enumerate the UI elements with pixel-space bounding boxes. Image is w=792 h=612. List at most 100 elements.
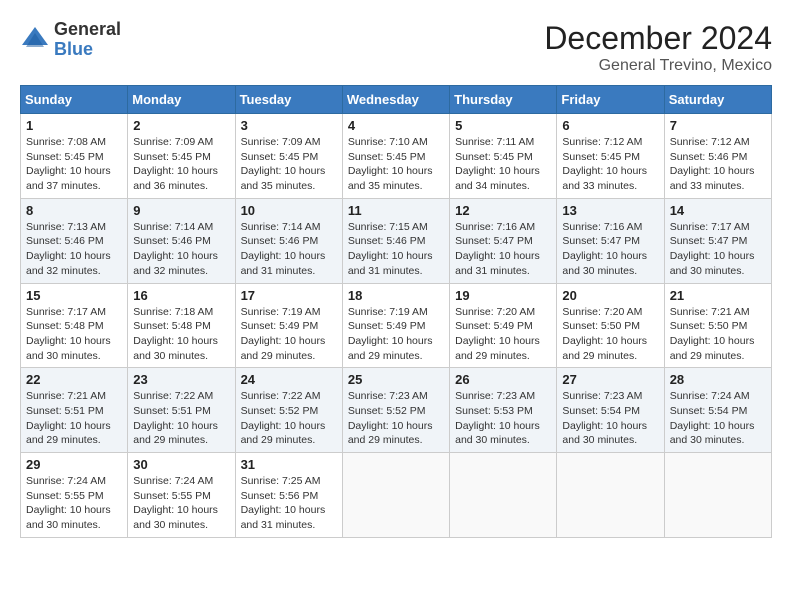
calendar-cell: 8 Sunrise: 7:13 AM Sunset: 5:46 PM Dayli…: [21, 198, 128, 283]
day-info: Sunrise: 7:09 AM Sunset: 5:45 PM Dayligh…: [241, 135, 337, 194]
day-info: Sunrise: 7:22 AM Sunset: 5:52 PM Dayligh…: [241, 389, 337, 448]
day-number: 19: [455, 288, 551, 303]
day-number: 12: [455, 203, 551, 218]
calendar-cell: 14 Sunrise: 7:17 AM Sunset: 5:47 PM Dayl…: [664, 198, 771, 283]
title-block: December 2024 General Trevino, Mexico: [544, 20, 772, 75]
day-number: 4: [348, 118, 444, 133]
logo-general-text: General: [54, 20, 121, 40]
day-info: Sunrise: 7:20 AM Sunset: 5:49 PM Dayligh…: [455, 305, 551, 364]
day-number: 26: [455, 372, 551, 387]
calendar-cell: 18 Sunrise: 7:19 AM Sunset: 5:49 PM Dayl…: [342, 283, 449, 368]
day-number: 15: [26, 288, 122, 303]
day-number: 21: [670, 288, 766, 303]
day-info: Sunrise: 7:13 AM Sunset: 5:46 PM Dayligh…: [26, 220, 122, 279]
calendar-cell: 9 Sunrise: 7:14 AM Sunset: 5:46 PM Dayli…: [128, 198, 235, 283]
day-number: 9: [133, 203, 229, 218]
calendar-cell: 6 Sunrise: 7:12 AM Sunset: 5:45 PM Dayli…: [557, 114, 664, 199]
day-info: Sunrise: 7:16 AM Sunset: 5:47 PM Dayligh…: [562, 220, 658, 279]
calendar-week-row: 8 Sunrise: 7:13 AM Sunset: 5:46 PM Dayli…: [21, 198, 772, 283]
day-number: 29: [26, 457, 122, 472]
calendar-cell: 24 Sunrise: 7:22 AM Sunset: 5:52 PM Dayl…: [235, 368, 342, 453]
calendar-cell: 31 Sunrise: 7:25 AM Sunset: 5:56 PM Dayl…: [235, 453, 342, 538]
col-header-tuesday: Tuesday: [235, 86, 342, 114]
day-number: 1: [26, 118, 122, 133]
day-number: 5: [455, 118, 551, 133]
col-header-monday: Monday: [128, 86, 235, 114]
day-info: Sunrise: 7:18 AM Sunset: 5:48 PM Dayligh…: [133, 305, 229, 364]
calendar-week-row: 22 Sunrise: 7:21 AM Sunset: 5:51 PM Dayl…: [21, 368, 772, 453]
day-info: Sunrise: 7:19 AM Sunset: 5:49 PM Dayligh…: [348, 305, 444, 364]
day-number: 31: [241, 457, 337, 472]
col-header-friday: Friday: [557, 86, 664, 114]
calendar-week-row: 29 Sunrise: 7:24 AM Sunset: 5:55 PM Dayl…: [21, 453, 772, 538]
calendar-cell: 10 Sunrise: 7:14 AM Sunset: 5:46 PM Dayl…: [235, 198, 342, 283]
calendar-cell: 30 Sunrise: 7:24 AM Sunset: 5:55 PM Dayl…: [128, 453, 235, 538]
day-info: Sunrise: 7:17 AM Sunset: 5:47 PM Dayligh…: [670, 220, 766, 279]
day-number: 11: [348, 203, 444, 218]
day-number: 25: [348, 372, 444, 387]
day-number: 14: [670, 203, 766, 218]
calendar-table: SundayMondayTuesdayWednesdayThursdayFrid…: [20, 85, 772, 538]
calendar-cell: [664, 453, 771, 538]
day-info: Sunrise: 7:19 AM Sunset: 5:49 PM Dayligh…: [241, 305, 337, 364]
day-number: 16: [133, 288, 229, 303]
day-number: 18: [348, 288, 444, 303]
day-info: Sunrise: 7:21 AM Sunset: 5:50 PM Dayligh…: [670, 305, 766, 364]
day-info: Sunrise: 7:14 AM Sunset: 5:46 PM Dayligh…: [241, 220, 337, 279]
calendar-cell: 19 Sunrise: 7:20 AM Sunset: 5:49 PM Dayl…: [450, 283, 557, 368]
day-info: Sunrise: 7:14 AM Sunset: 5:46 PM Dayligh…: [133, 220, 229, 279]
day-info: Sunrise: 7:21 AM Sunset: 5:51 PM Dayligh…: [26, 389, 122, 448]
day-info: Sunrise: 7:11 AM Sunset: 5:45 PM Dayligh…: [455, 135, 551, 194]
calendar-cell: 3 Sunrise: 7:09 AM Sunset: 5:45 PM Dayli…: [235, 114, 342, 199]
day-number: 20: [562, 288, 658, 303]
day-number: 23: [133, 372, 229, 387]
col-header-saturday: Saturday: [664, 86, 771, 114]
page-header: General Blue December 2024 General Trevi…: [20, 20, 772, 75]
day-info: Sunrise: 7:23 AM Sunset: 5:54 PM Dayligh…: [562, 389, 658, 448]
day-info: Sunrise: 7:17 AM Sunset: 5:48 PM Dayligh…: [26, 305, 122, 364]
day-info: Sunrise: 7:09 AM Sunset: 5:45 PM Dayligh…: [133, 135, 229, 194]
day-info: Sunrise: 7:12 AM Sunset: 5:46 PM Dayligh…: [670, 135, 766, 194]
calendar-cell: 26 Sunrise: 7:23 AM Sunset: 5:53 PM Dayl…: [450, 368, 557, 453]
logo: General Blue: [20, 20, 121, 60]
col-header-sunday: Sunday: [21, 86, 128, 114]
day-info: Sunrise: 7:24 AM Sunset: 5:55 PM Dayligh…: [133, 474, 229, 533]
calendar-cell: 7 Sunrise: 7:12 AM Sunset: 5:46 PM Dayli…: [664, 114, 771, 199]
day-number: 6: [562, 118, 658, 133]
day-number: 22: [26, 372, 122, 387]
col-header-thursday: Thursday: [450, 86, 557, 114]
calendar-cell: 23 Sunrise: 7:22 AM Sunset: 5:51 PM Dayl…: [128, 368, 235, 453]
day-info: Sunrise: 7:08 AM Sunset: 5:45 PM Dayligh…: [26, 135, 122, 194]
calendar-cell: 11 Sunrise: 7:15 AM Sunset: 5:46 PM Dayl…: [342, 198, 449, 283]
day-info: Sunrise: 7:24 AM Sunset: 5:55 PM Dayligh…: [26, 474, 122, 533]
location-title: General Trevino, Mexico: [544, 57, 772, 75]
logo-icon: [20, 25, 50, 55]
day-number: 28: [670, 372, 766, 387]
calendar-cell: 20 Sunrise: 7:20 AM Sunset: 5:50 PM Dayl…: [557, 283, 664, 368]
day-info: Sunrise: 7:12 AM Sunset: 5:45 PM Dayligh…: [562, 135, 658, 194]
day-info: Sunrise: 7:23 AM Sunset: 5:52 PM Dayligh…: [348, 389, 444, 448]
day-number: 10: [241, 203, 337, 218]
calendar-cell: [342, 453, 449, 538]
calendar-cell: 17 Sunrise: 7:19 AM Sunset: 5:49 PM Dayl…: [235, 283, 342, 368]
day-number: 3: [241, 118, 337, 133]
calendar-cell: [557, 453, 664, 538]
day-info: Sunrise: 7:20 AM Sunset: 5:50 PM Dayligh…: [562, 305, 658, 364]
day-number: 24: [241, 372, 337, 387]
calendar-cell: 22 Sunrise: 7:21 AM Sunset: 5:51 PM Dayl…: [21, 368, 128, 453]
calendar-cell: 12 Sunrise: 7:16 AM Sunset: 5:47 PM Dayl…: [450, 198, 557, 283]
day-info: Sunrise: 7:22 AM Sunset: 5:51 PM Dayligh…: [133, 389, 229, 448]
calendar-cell: [450, 453, 557, 538]
day-number: 7: [670, 118, 766, 133]
calendar-cell: 21 Sunrise: 7:21 AM Sunset: 5:50 PM Dayl…: [664, 283, 771, 368]
calendar-cell: 5 Sunrise: 7:11 AM Sunset: 5:45 PM Dayli…: [450, 114, 557, 199]
calendar-header-row: SundayMondayTuesdayWednesdayThursdayFrid…: [21, 86, 772, 114]
calendar-cell: 25 Sunrise: 7:23 AM Sunset: 5:52 PM Dayl…: [342, 368, 449, 453]
day-number: 17: [241, 288, 337, 303]
calendar-cell: 28 Sunrise: 7:24 AM Sunset: 5:54 PM Dayl…: [664, 368, 771, 453]
calendar-cell: 13 Sunrise: 7:16 AM Sunset: 5:47 PM Dayl…: [557, 198, 664, 283]
col-header-wednesday: Wednesday: [342, 86, 449, 114]
day-number: 27: [562, 372, 658, 387]
calendar-cell: 16 Sunrise: 7:18 AM Sunset: 5:48 PM Dayl…: [128, 283, 235, 368]
day-number: 8: [26, 203, 122, 218]
